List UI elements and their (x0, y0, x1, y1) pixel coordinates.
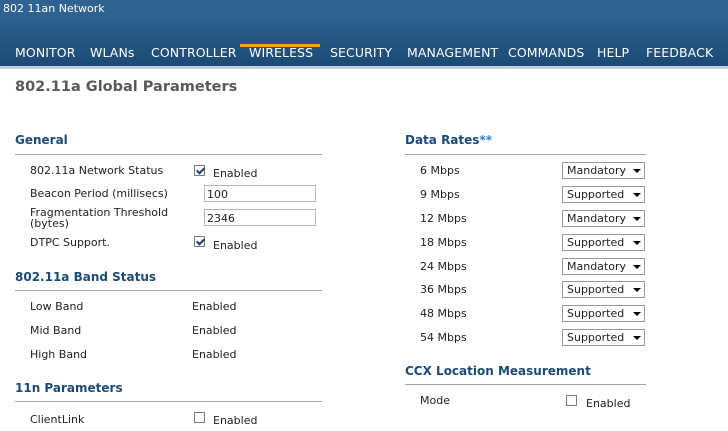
nav-monitor[interactable]: MONITOR (15, 45, 76, 60)
network-status-checkbox[interactable] (194, 165, 205, 176)
high-band-value: Enabled (192, 348, 237, 361)
ccx-mode-checkbox[interactable] (566, 395, 577, 406)
high-band-label: High Band (30, 348, 88, 361)
dtpc-support-enabled-label: Enabled (213, 239, 258, 252)
rate-select-value: Supported (567, 236, 625, 249)
rate-select-value: Mandatory (567, 164, 627, 177)
chevron-down-icon (633, 265, 641, 269)
rate-select[interactable]: Supported (562, 305, 645, 322)
beacon-period-input[interactable]: 100 (204, 185, 316, 202)
nav-controller[interactable]: CONTROLLER (151, 45, 237, 60)
band-status-divider (15, 290, 322, 291)
chevron-down-icon (633, 241, 641, 245)
rate-label: 24 Mbps (420, 260, 467, 273)
11n-parameters-divider (15, 401, 322, 402)
mid-band-label: Mid Band (30, 324, 82, 337)
rate-label: 12 Mbps (420, 212, 467, 225)
nav-commands[interactable]: COMMANDS (508, 45, 584, 60)
top-navigation: MONITOR WLANs CONTROLLER WIRELESS SECURI… (0, 20, 728, 66)
rate-label: 6 Mbps (420, 164, 460, 177)
ccx-divider (405, 384, 646, 385)
ccx-mode-enabled-label: Enabled (586, 397, 631, 410)
fragmentation-threshold-input[interactable]: 2346 (204, 209, 316, 226)
data-rates-section-title: Data Rates** (405, 133, 492, 147)
nav-divider (0, 66, 728, 69)
rate-select[interactable]: Supported (562, 186, 645, 203)
chevron-down-icon (633, 336, 641, 340)
rate-select-value: Supported (567, 283, 625, 296)
chevron-down-icon (633, 288, 641, 292)
ccx-mode-label: Mode (420, 394, 450, 407)
rate-label: 54 Mbps (420, 331, 467, 344)
ccx-section-title: CCX Location Measurement (405, 364, 591, 378)
data-rates-divider (405, 154, 646, 155)
rate-select[interactable]: Mandatory (562, 162, 645, 179)
rate-select-value: Supported (567, 331, 625, 344)
chevron-down-icon (633, 169, 641, 173)
nav-wlans[interactable]: WLANs (90, 45, 135, 60)
rate-select-value: Mandatory (567, 212, 627, 225)
chevron-down-icon (633, 217, 641, 221)
chevron-down-icon (633, 193, 641, 197)
network-status-enabled-label: Enabled (213, 167, 258, 180)
nav-help[interactable]: HELP (597, 45, 629, 60)
dtpc-support-label: DTPC Support. (30, 236, 110, 249)
clientlink-checkbox[interactable] (194, 412, 205, 423)
low-band-value: Enabled (192, 300, 237, 313)
data-rates-asterisk: ** (479, 133, 492, 147)
rate-select[interactable]: Supported (562, 281, 645, 298)
band-status-section-title: 802.11a Band Status (15, 270, 157, 284)
rate-select-value: Supported (567, 188, 625, 201)
clientlink-label: ClientLink (30, 413, 85, 426)
rate-select[interactable]: Supported (562, 234, 645, 251)
nav-security[interactable]: SECURITY (330, 45, 392, 60)
nav-wireless[interactable]: WIRELESS (249, 45, 313, 60)
window-titlebar: 802 11an Network (0, 0, 728, 20)
rate-label: 9 Mbps (420, 188, 460, 201)
11n-parameters-section-title: 11n Parameters (15, 381, 123, 395)
rate-label: 18 Mbps (420, 236, 467, 249)
general-section-title: General (15, 133, 68, 147)
mid-band-value: Enabled (192, 324, 237, 337)
nav-active-indicator (240, 44, 320, 47)
rate-select[interactable]: Mandatory (562, 210, 645, 227)
dtpc-support-checkbox[interactable] (194, 236, 205, 247)
general-divider (15, 154, 322, 155)
beacon-period-label: Beacon Period (millisecs) (30, 187, 168, 200)
network-status-label: 802.11a Network Status (30, 164, 164, 177)
rate-select-value: Supported (567, 307, 625, 320)
data-rates-title-text: Data Rates (405, 133, 480, 147)
nav-feedback[interactable]: FEEDBACK (646, 45, 713, 60)
fragmentation-threshold-label: Fragmentation Threshold (bytes) (30, 206, 169, 230)
page-title: 802.11a Global Parameters (15, 79, 238, 95)
rate-label: 36 Mbps (420, 283, 467, 296)
rate-label: 48 Mbps (420, 307, 467, 320)
nav-management[interactable]: MANAGEMENT (407, 45, 498, 60)
rate-select-value: Mandatory (567, 260, 627, 273)
chevron-down-icon (633, 312, 641, 316)
rate-select[interactable]: Supported (562, 329, 645, 346)
low-band-label: Low Band (30, 300, 84, 313)
rate-select[interactable]: Mandatory (562, 258, 645, 275)
window-title: 802 11an Network (3, 2, 105, 15)
clientlink-enabled-label: Enabled (213, 414, 258, 427)
